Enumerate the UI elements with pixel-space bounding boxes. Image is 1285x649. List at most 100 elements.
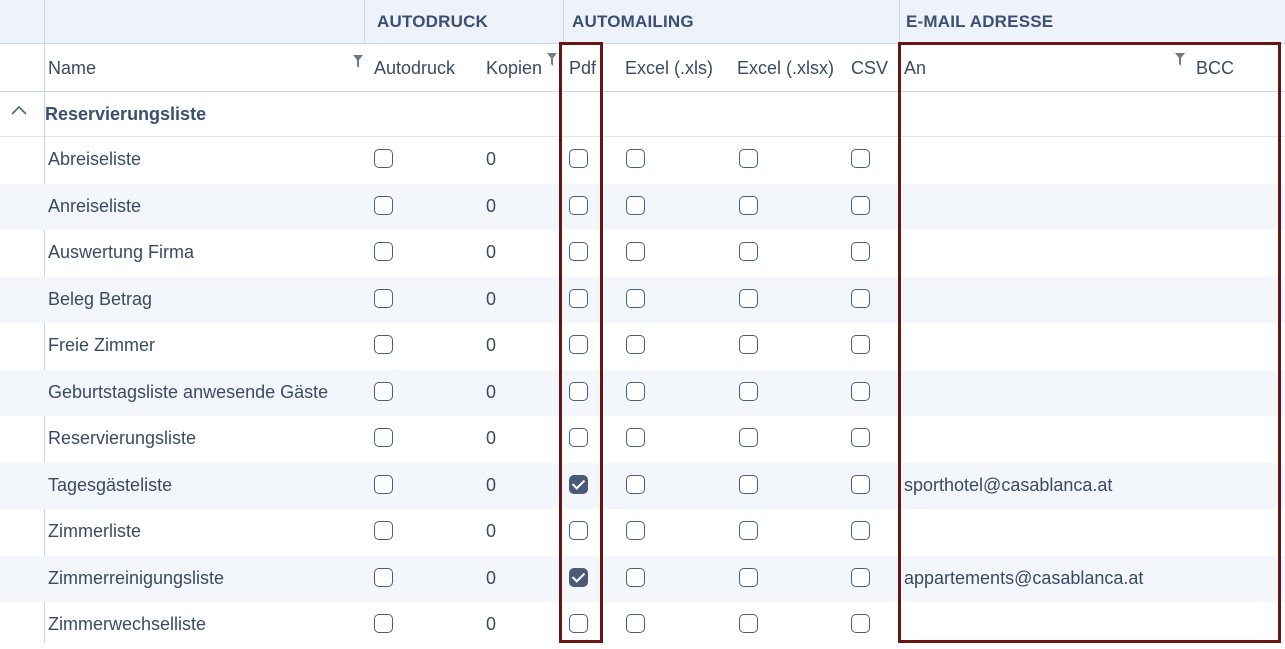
row-kopien[interactable]: 0 bbox=[486, 614, 496, 635]
table-row[interactable]: Freie Zimmer 0 bbox=[0, 323, 1285, 370]
autodruck-checkbox[interactable] bbox=[374, 381, 393, 401]
csv-checkbox[interactable] bbox=[851, 474, 870, 494]
csv-checkbox[interactable] bbox=[851, 614, 870, 633]
row-name: Zimmerreinigungsliste bbox=[48, 567, 225, 588]
table-row[interactable]: Anreiseliste 0 bbox=[0, 183, 1285, 230]
xlsx-checkbox[interactable] bbox=[739, 242, 758, 261]
xls-checkbox[interactable] bbox=[626, 474, 645, 494]
column-header-xls[interactable]: Excel (.xls) bbox=[625, 58, 713, 79]
autodruck-checkbox[interactable] bbox=[374, 149, 393, 168]
row-kopien[interactable]: 0 bbox=[486, 196, 496, 217]
pdf-checkbox[interactable] bbox=[569, 381, 588, 401]
autodruck-checkbox[interactable] bbox=[374, 521, 393, 540]
autodruck-checkbox[interactable] bbox=[374, 242, 393, 261]
table-row[interactable]: Zimmerwechselliste 0 bbox=[0, 602, 1285, 649]
chevron-up-icon[interactable] bbox=[10, 104, 28, 118]
xlsx-checkbox[interactable] bbox=[739, 195, 758, 215]
pdf-checkbox[interactable] bbox=[569, 335, 588, 354]
group-label-automailing: AUTOMAILING bbox=[572, 12, 694, 31]
xls-checkbox[interactable] bbox=[626, 195, 645, 215]
row-kopien[interactable]: 0 bbox=[486, 242, 496, 263]
xlsx-checkbox[interactable] bbox=[739, 288, 758, 308]
pdf-checkbox[interactable] bbox=[569, 195, 588, 215]
xlsx-checkbox[interactable] bbox=[739, 428, 758, 447]
column-header-autodruck[interactable]: Autodruck bbox=[374, 58, 455, 79]
group-label-email: E-MAIL ADRESSE bbox=[906, 12, 1054, 31]
csv-checkbox[interactable] bbox=[851, 242, 870, 261]
xlsx-checkbox[interactable] bbox=[739, 335, 758, 354]
pdf-checkbox[interactable] bbox=[569, 614, 588, 633]
csv-checkbox[interactable] bbox=[851, 428, 870, 447]
column-header-pdf[interactable]: Pdf bbox=[569, 58, 596, 79]
csv-checkbox[interactable] bbox=[851, 195, 870, 215]
xls-checkbox[interactable] bbox=[626, 567, 645, 587]
row-kopien[interactable]: 0 bbox=[486, 382, 496, 403]
row-name: Zimmerliste bbox=[48, 521, 141, 541]
xls-checkbox[interactable] bbox=[626, 428, 645, 447]
csv-checkbox[interactable] bbox=[851, 567, 870, 587]
table-row[interactable]: Abreiseliste 0 bbox=[0, 137, 1285, 184]
csv-checkbox[interactable] bbox=[851, 288, 870, 308]
xlsx-checkbox[interactable] bbox=[739, 521, 758, 540]
autodruck-checkbox[interactable] bbox=[374, 567, 393, 587]
csv-checkbox[interactable] bbox=[851, 381, 870, 401]
column-header-bcc[interactable]: BCC bbox=[1196, 58, 1234, 79]
column-header-kopien[interactable]: Kopien bbox=[486, 58, 542, 79]
row-email-an[interactable]: sporthotel@casablanca.at bbox=[904, 475, 1112, 496]
column-header-name[interactable]: Name bbox=[48, 58, 96, 79]
xls-checkbox[interactable] bbox=[626, 521, 645, 540]
column-header-csv[interactable]: CSV bbox=[851, 58, 888, 79]
row-kopien[interactable]: 0 bbox=[486, 568, 496, 589]
table-row[interactable]: Zimmerliste 0 bbox=[0, 509, 1285, 556]
autodruck-checkbox[interactable] bbox=[374, 288, 393, 308]
xls-checkbox[interactable] bbox=[626, 381, 645, 401]
column-header-xlsx[interactable]: Excel (.xlsx) bbox=[737, 58, 834, 79]
row-email-an[interactable]: appartements@casablanca.at bbox=[904, 568, 1143, 589]
csv-checkbox[interactable] bbox=[851, 335, 870, 354]
xlsx-checkbox[interactable] bbox=[739, 474, 758, 494]
autodruck-checkbox[interactable] bbox=[374, 614, 393, 633]
autodruck-checkbox[interactable] bbox=[374, 474, 393, 494]
row-kopien[interactable]: 0 bbox=[486, 335, 496, 356]
pdf-checkbox[interactable] bbox=[569, 567, 588, 587]
pdf-checkbox[interactable] bbox=[569, 288, 588, 308]
filter-icon[interactable] bbox=[353, 55, 363, 69]
row-kopien[interactable]: 0 bbox=[486, 149, 496, 170]
table-row[interactable]: Reservierungsliste 0 bbox=[0, 416, 1285, 463]
xlsx-checkbox[interactable] bbox=[739, 614, 758, 633]
row-kopien[interactable]: 0 bbox=[486, 428, 496, 449]
row-kopien[interactable]: 0 bbox=[486, 521, 496, 542]
row-kopien[interactable]: 0 bbox=[486, 475, 496, 496]
autodruck-checkbox[interactable] bbox=[374, 428, 393, 447]
xls-checkbox[interactable] bbox=[626, 288, 645, 308]
xls-checkbox[interactable] bbox=[626, 614, 645, 633]
xlsx-checkbox[interactable] bbox=[739, 381, 758, 401]
row-name: Reservierungsliste bbox=[48, 428, 197, 448]
xlsx-checkbox[interactable] bbox=[739, 149, 758, 168]
xls-checkbox[interactable] bbox=[626, 335, 645, 354]
column-header-an[interactable]: An bbox=[904, 58, 926, 79]
table-row[interactable]: Beleg Betrag 0 bbox=[0, 276, 1285, 323]
group-row-label: Reservierungsliste bbox=[45, 104, 207, 124]
pdf-checkbox[interactable] bbox=[569, 242, 588, 261]
csv-checkbox[interactable] bbox=[851, 149, 870, 168]
table-row[interactable]: Auswertung Firma 0 bbox=[0, 230, 1285, 277]
filter-icon[interactable] bbox=[547, 53, 557, 67]
table-row[interactable]: Tagesgästeliste 0 sporthotel@casablanca.at bbox=[0, 462, 1285, 509]
pdf-checkbox[interactable] bbox=[569, 474, 588, 494]
pdf-checkbox[interactable] bbox=[569, 428, 588, 447]
pdf-checkbox[interactable] bbox=[569, 149, 588, 168]
column-divider bbox=[563, 0, 564, 43]
pdf-checkbox[interactable] bbox=[569, 521, 588, 540]
xls-checkbox[interactable] bbox=[626, 149, 645, 168]
filter-icon[interactable] bbox=[1175, 53, 1185, 67]
xls-checkbox[interactable] bbox=[626, 242, 645, 261]
autodruck-checkbox[interactable] bbox=[374, 195, 393, 215]
xlsx-checkbox[interactable] bbox=[739, 567, 758, 587]
table-row[interactable]: Geburtstagsliste anwesende Gäste 0 bbox=[0, 369, 1285, 416]
table-row[interactable]: Zimmerreinigungsliste 0 appartements@casab… bbox=[0, 555, 1285, 602]
csv-checkbox[interactable] bbox=[851, 521, 870, 540]
autodruck-checkbox[interactable] bbox=[374, 335, 393, 354]
row-name: Beleg Betrag bbox=[48, 288, 153, 309]
row-kopien[interactable]: 0 bbox=[486, 289, 496, 310]
